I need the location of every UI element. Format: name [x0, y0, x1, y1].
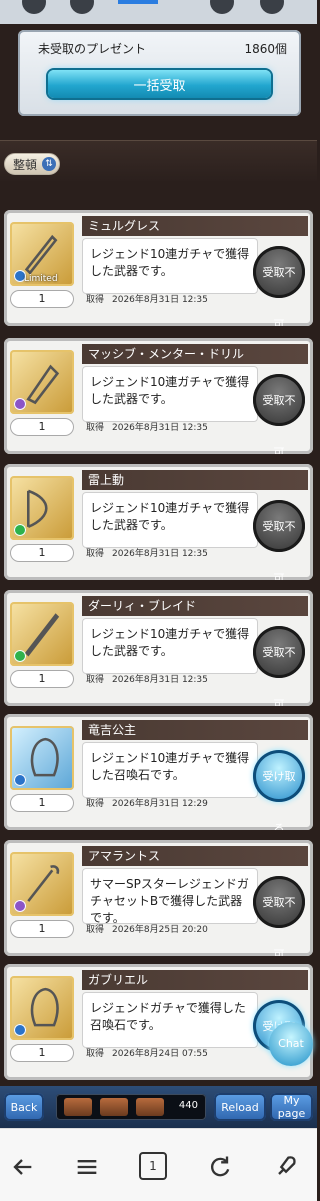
unclaimed-presents-count: 1860個: [244, 42, 287, 56]
item-description: サマーSPスターレジェンドガチャセットBで獲得した武器です。: [90, 877, 249, 925]
item-quantity: 1: [10, 670, 74, 688]
element-icon: [14, 398, 26, 410]
list-header: 整頓 ⇅: [0, 140, 317, 181]
present-item-card: マッシブ・メンター・ドリル レジェンド10連ガチャで獲得した武器です。 1 取得…: [4, 338, 313, 454]
tray-item-icon: [64, 1098, 92, 1116]
item-thumbnail[interactable]: [10, 976, 74, 1040]
bulk-receive-button[interactable]: 一括受取: [48, 70, 271, 98]
item-thumbnail[interactable]: Limited: [10, 222, 74, 286]
acquired-label: 取得: [86, 799, 105, 809]
mypage-button[interactable]: My page: [270, 1093, 313, 1121]
item-description: レジェンド10連ガチャで獲得した武器です。: [90, 627, 250, 658]
menu-icon[interactable]: [73, 1153, 101, 1181]
unclaimed-presents-panel: 未受取のプレゼント 1860個 一括受取: [18, 30, 301, 116]
sort-button[interactable]: 整頓 ⇅: [4, 153, 61, 175]
element-icon: [14, 900, 26, 912]
acquired-label: 取得: [86, 1049, 105, 1059]
item-name: アマラントス: [82, 846, 308, 866]
element-icon: [14, 524, 26, 536]
circle-icon: [70, 0, 94, 14]
receive-unavailable-button[interactable]: 受取不可: [253, 374, 305, 454]
top-strip: [0, 0, 317, 24]
item-thumbnail[interactable]: [10, 852, 74, 916]
acquired-label: 取得: [86, 295, 105, 305]
back-arrow-icon[interactable]: [8, 1153, 36, 1181]
acquired-label: 取得: [86, 549, 105, 559]
receive-unavailable-button[interactable]: 受取不可: [253, 500, 305, 580]
indicator-bar: [118, 0, 158, 4]
element-icon: [14, 774, 26, 786]
element-icon: [14, 1024, 26, 1036]
receive-button[interactable]: 受け取る: [253, 750, 305, 830]
back-button[interactable]: Back: [4, 1093, 44, 1121]
tab-counter-icon[interactable]: 1: [139, 1152, 167, 1180]
tray-item-icon: [100, 1098, 128, 1116]
item-description: レジェンド10連ガチャで獲得した武器です。: [90, 247, 250, 278]
acquired-date: 2026年8月31日 12:29: [112, 799, 208, 809]
tray-item-icon: [136, 1098, 164, 1116]
item-tray[interactable]: 440: [56, 1094, 206, 1120]
item-quantity: 1: [10, 544, 74, 562]
item-name: 竜吉公主: [82, 720, 308, 740]
item-description-box: レジェンドガチャで獲得した召喚石です。: [82, 992, 258, 1048]
circle-icon: [210, 0, 234, 14]
acquired-label: 取得: [86, 925, 105, 935]
tray-count: 440: [178, 1100, 198, 1111]
item-description-box: レジェンド10連ガチャで獲得した召喚石です。: [82, 742, 258, 798]
receive-unavailable-button[interactable]: 受取不可: [253, 246, 305, 326]
item-name: ダーリィ・ブレイド: [82, 596, 308, 616]
acquired-date: 2026年8月31日 12:35: [112, 549, 208, 559]
acquired-label: 取得: [86, 423, 105, 433]
receive-unavailable-button[interactable]: 受取不可: [253, 626, 305, 706]
acquired-date: 2026年8月25日 20:20: [112, 925, 208, 935]
present-item-card: ダーリィ・ブレイド レジェンド10連ガチャで獲得した武器です。 1 取得 202…: [4, 590, 313, 706]
chat-button[interactable]: Chat: [269, 1022, 313, 1066]
present-item-card: ガブリエル レジェンドガチャで獲得した召喚石です。 1 取得 2026年8月24…: [4, 964, 313, 1080]
refresh-icon[interactable]: [206, 1153, 234, 1181]
item-quantity: 1: [10, 290, 74, 308]
sort-label: 整頓: [13, 157, 38, 172]
item-quantity: 1: [10, 418, 74, 436]
receive-unavailable-button[interactable]: 受取不可: [253, 876, 305, 956]
acquired-date: 2026年8月24日 07:55: [112, 1049, 208, 1059]
acquired-date: 2026年8月31日 12:35: [112, 423, 208, 433]
present-item-card: 竜吉公主 レジェンド10連ガチャで獲得した召喚石です。 1 取得 2026年8月…: [4, 714, 313, 830]
item-quantity: 1: [10, 920, 74, 938]
present-item-card: アマラントス サマーSPスターレジェンドガチャセットBで獲得した武器です。 1 …: [4, 840, 313, 956]
acquired-date: 2026年8月31日 12:35: [112, 675, 208, 685]
item-description-box: レジェンド10連ガチャで獲得した武器です。: [82, 618, 258, 674]
item-thumbnail[interactable]: [10, 350, 74, 414]
item-thumbnail[interactable]: [10, 602, 74, 666]
item-description-box: サマーSPスターレジェンドガチャセットBで獲得した武器です。: [82, 868, 258, 925]
item-description-box: レジェンド10連ガチャで獲得した武器です。: [82, 366, 258, 422]
browser-toolbar: 1: [0, 1128, 317, 1201]
item-description: レジェンドガチャで獲得した召喚石です。: [90, 1001, 246, 1032]
present-item-card: 雷上動 レジェンド10連ガチャで獲得した武器です。 1 取得 2026年8月31…: [4, 464, 313, 580]
item-description-box: レジェンド10連ガチャで獲得した武器です。: [82, 238, 258, 294]
rocket-icon[interactable]: [272, 1153, 300, 1181]
element-icon: [14, 650, 26, 662]
sort-icon: ⇅: [42, 157, 57, 171]
acquired-date: 2026年8月31日 12:35: [112, 295, 208, 305]
item-description: レジェンド10連ガチャで獲得した武器です。: [90, 375, 250, 406]
item-quantity: 1: [10, 794, 74, 812]
item-description: レジェンド10連ガチャで獲得した武器です。: [90, 501, 250, 532]
item-name: 雷上動: [82, 470, 308, 490]
circle-icon: [260, 0, 284, 14]
item-name: マッシブ・メンター・ドリル: [82, 344, 308, 364]
item-thumbnail[interactable]: [10, 476, 74, 540]
item-name: ミュルグレス: [82, 216, 308, 236]
unclaimed-presents-label: 未受取のプレゼント: [38, 42, 147, 56]
item-quantity: 1: [10, 1044, 74, 1062]
item-thumbnail[interactable]: [10, 726, 74, 790]
reload-button[interactable]: Reload: [214, 1093, 266, 1121]
item-description: レジェンド10連ガチャで獲得した召喚石です。: [90, 751, 250, 782]
circle-icon: [22, 0, 46, 14]
limited-badge: Limited: [24, 274, 58, 284]
item-description-box: レジェンド10連ガチャで獲得した武器です。: [82, 492, 258, 548]
item-name: ガブリエル: [82, 970, 308, 990]
acquired-label: 取得: [86, 675, 105, 685]
game-bottom-bar: Back 440 Reload My page: [0, 1086, 317, 1128]
present-item-card: Limited ミュルグレス レジェンド10連ガチャで獲得した武器です。 1 取…: [4, 210, 313, 326]
